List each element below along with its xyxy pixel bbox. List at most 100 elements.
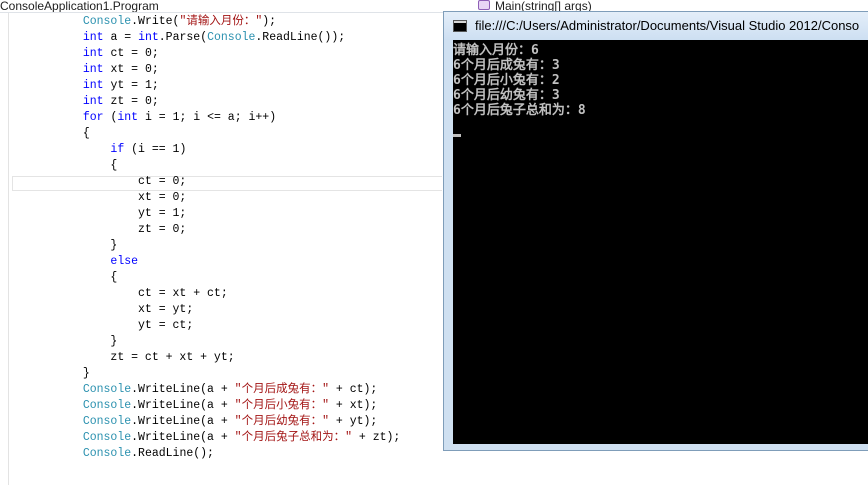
code-text: .WriteLine(a + [131, 383, 235, 396]
code-keyword: int [138, 31, 159, 44]
code-text: + xt); [328, 399, 378, 412]
code-type: Console [207, 31, 256, 44]
code-keyword: int [82, 79, 104, 92]
code-text: (i == 1) [124, 143, 187, 156]
console-window[interactable]: file:///C:/Users/Administrator/Documents… [443, 11, 868, 451]
code-text: + zt); [351, 431, 401, 444]
code-keyword: int [82, 63, 104, 76]
code-text: .Write( [131, 15, 180, 28]
code-line: } [0, 334, 400, 350]
code-text: { [0, 271, 118, 284]
code-line: int xt = 0; [0, 62, 400, 78]
code-line: Console.WriteLine(a + "个月后成兔有：" + ct); [0, 382, 400, 398]
code-text: a = [103, 31, 139, 44]
code-text: + yt); [328, 415, 378, 428]
code-line: int yt = 1; [0, 78, 400, 94]
code-line: int ct = 0; [0, 46, 400, 62]
code-type: Console [82, 431, 132, 444]
console-window-title: file:///C:/Users/Administrator/Documents… [475, 18, 860, 33]
code-line: } [0, 366, 400, 382]
code-text: xt = 0; [0, 191, 187, 204]
code-keyword: else [110, 255, 139, 268]
code-line: ct = 0; [0, 174, 400, 190]
code-line: xt = yt; [0, 302, 400, 318]
code-text: .ReadLine(); [131, 447, 214, 460]
code-keyword: int [117, 111, 139, 124]
console-output-line: 6个月后幼兔有：3 [453, 88, 560, 103]
code-text: xt = 0; [103, 63, 159, 76]
code-keyword: int [82, 47, 104, 60]
console-output: 请输入月份：6 6个月后成兔有：3 6个月后小兔有：2 6个月后幼兔有：3 6个月后兔子… [453, 43, 586, 118]
code-string: "个月后成兔有：" [234, 383, 329, 396]
console-titlebar[interactable]: file:///C:/Users/Administrator/Documents… [444, 12, 868, 40]
code-text: i = 1; i <= a; i++) [138, 111, 277, 124]
code-text: .WriteLine(a + [131, 399, 235, 412]
console-output-area[interactable]: 请输入月份：6 6个月后成兔有：3 6个月后小兔有：2 6个月后幼兔有：3 6个月后兔子… [453, 40, 868, 444]
code-type: Console [82, 383, 132, 396]
code-text-area[interactable]: Console.Write("请输入月份："); int a = int.Par… [0, 14, 400, 462]
code-text: .WriteLine(a + [131, 431, 235, 444]
code-line: Console.ReadLine(); [0, 446, 400, 462]
code-text: zt = 0; [103, 95, 159, 108]
code-text: yt = 1; [103, 79, 159, 92]
code-string: "请输入月份：" [179, 15, 263, 28]
code-text: yt = 1; [0, 207, 187, 220]
code-text: ( [103, 111, 118, 124]
code-line: zt = 0; [0, 222, 400, 238]
class-navigation-dropdown[interactable]: ConsoleApplication1.Program [0, 0, 159, 12]
code-type: Console [82, 447, 132, 460]
code-line: for (int i = 1; i <= a; i++) [0, 110, 400, 126]
code-type: Console [82, 399, 132, 412]
code-text: ct = 0; [0, 175, 187, 188]
code-text: zt = 0; [0, 223, 187, 236]
code-line: else [0, 254, 400, 270]
code-text: zt = ct + xt + yt; [0, 351, 235, 364]
code-text: yt = ct; [0, 319, 194, 332]
code-text: xt = yt; [0, 303, 194, 316]
code-line: yt = 1; [0, 206, 400, 222]
code-string: "个月后小兔有：" [234, 399, 329, 412]
console-output-line: 6个月后成兔有：3 [453, 58, 560, 73]
code-text: } [0, 335, 118, 348]
code-string: "个月后幼兔有：" [234, 415, 329, 428]
code-line: Console.Write("请输入月份："); [0, 14, 400, 30]
code-keyword: int [82, 31, 104, 44]
code-line: Console.WriteLine(a + "个月后幼兔有：" + yt); [0, 414, 400, 430]
code-text: ct = 0; [103, 47, 159, 60]
code-text: { [0, 127, 90, 140]
code-line: yt = ct; [0, 318, 400, 334]
code-line: ct = xt + ct; [0, 286, 400, 302]
code-line: Console.WriteLine(a + "个月后小兔有：" + xt); [0, 398, 400, 414]
code-text: .ReadLine()); [255, 31, 346, 44]
code-text: + ct); [328, 383, 378, 396]
code-line: { [0, 158, 400, 174]
code-text: ); [262, 15, 277, 28]
code-text: } [0, 239, 118, 252]
code-line: if (i == 1) [0, 142, 400, 158]
code-line: zt = ct + xt + yt; [0, 350, 400, 366]
code-line: Console.WriteLine(a + "个月后兔子总和为：" + zt); [0, 430, 400, 446]
code-type: Console [82, 15, 132, 28]
code-text: .Parse( [158, 31, 208, 44]
code-text: { [0, 159, 118, 172]
code-line: { [0, 126, 400, 142]
code-line: int a = int.Parse(Console.ReadLine()); [0, 30, 400, 46]
code-line: { [0, 270, 400, 286]
console-output-line: 6个月后兔子总和为：8 [453, 103, 586, 118]
console-output-line: 请输入月份：6 [453, 43, 539, 58]
code-line: xt = 0; [0, 190, 400, 206]
code-string: "个月后兔子总和为：" [234, 431, 352, 444]
